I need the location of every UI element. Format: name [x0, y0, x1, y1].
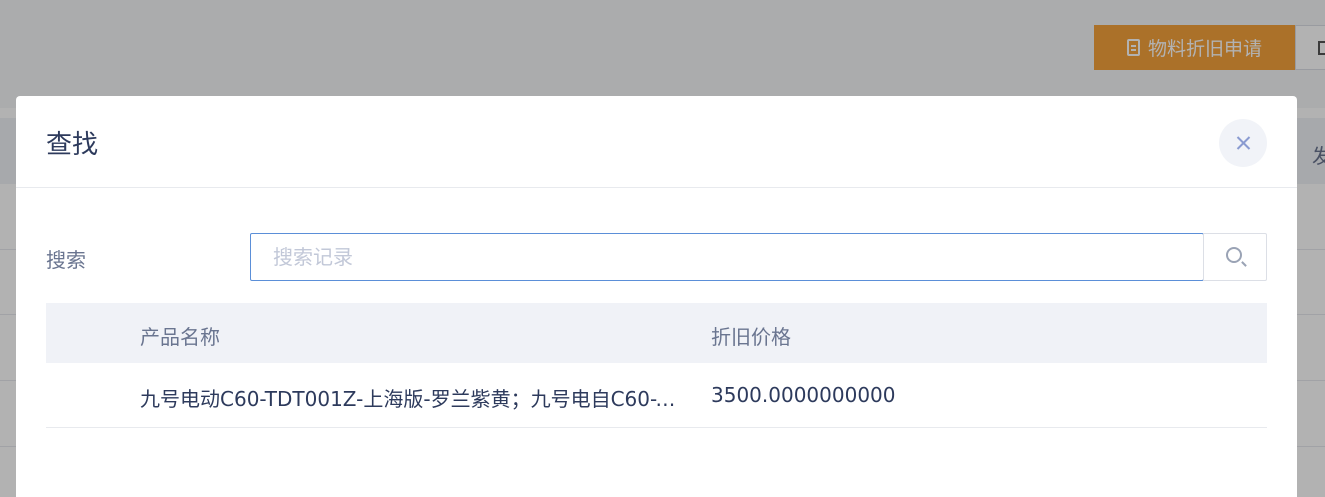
- results-table: 产品名称 折旧价格 九号电动C60-TDT001Z-上海版-罗兰紫黄；九号电自C…: [46, 303, 1267, 428]
- search-icon: [1226, 247, 1242, 263]
- table-header: 产品名称 折旧价格: [46, 303, 1267, 363]
- search-dialog: 查找 搜索 产品名称 折旧价格 九号电动C60-TDT001Z-上海版-罗兰紫黄…: [16, 96, 1297, 497]
- column-header-product-name: 产品名称: [140, 325, 220, 349]
- table-row[interactable]: 九号电动C60-TDT001Z-上海版-罗兰紫黄；九号电自C60-TDT001Z…: [46, 363, 1267, 428]
- column-header-depreciation-price: 折旧价格: [711, 325, 791, 349]
- search-label: 搜索: [46, 248, 86, 272]
- product-name-cell: 九号电动C60-TDT001Z-上海版-罗兰紫黄；九号电自C60-TDT001Z…: [140, 387, 685, 411]
- dialog-divider: [16, 187, 1297, 188]
- depreciation-price-cell: 3500.0000000000: [711, 383, 896, 407]
- search-input[interactable]: [250, 233, 1204, 281]
- close-icon: [1219, 119, 1267, 167]
- close-button[interactable]: [1219, 119, 1267, 167]
- dialog-title: 查找: [46, 130, 99, 160]
- search-button[interactable]: [1203, 233, 1267, 281]
